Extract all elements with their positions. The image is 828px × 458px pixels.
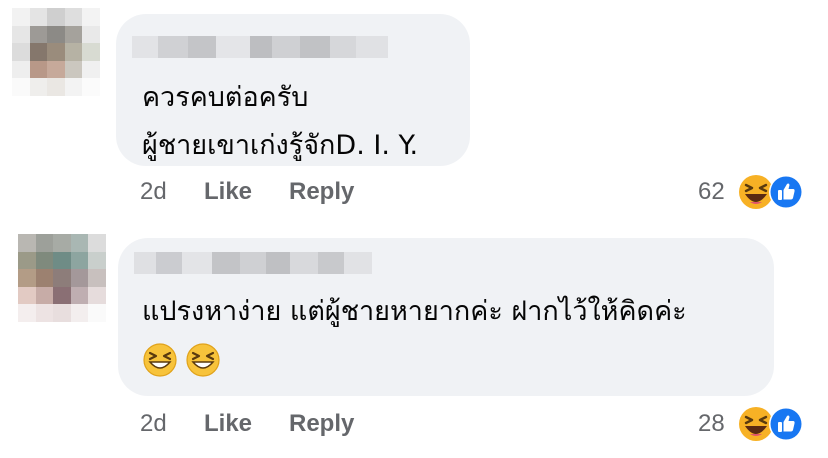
comment-bubble: ควรคบต่อครับ ผู้ชายเขาเก่งรู้จักD. I. Y. — [116, 14, 470, 166]
reply-button[interactable]: Reply — [289, 178, 354, 206]
reaction-count[interactable]: 28 — [698, 410, 725, 438]
reaction-icons[interactable] — [738, 172, 804, 212]
author-name[interactable] — [132, 36, 388, 58]
author-name[interactable] — [134, 252, 372, 274]
comment-line: แปรงหาง่าย แต่ผู้ชายหายากค่ะ ฝากไว้ให้คิ… — [142, 296, 687, 327]
like-button[interactable]: Like — [204, 178, 252, 206]
reply-button[interactable]: Reply — [289, 410, 354, 438]
like-thumb-icon — [769, 175, 803, 209]
avatar[interactable] — [18, 234, 106, 322]
timestamp[interactable]: 2d — [140, 410, 167, 438]
laugh-emoji-icon — [739, 407, 773, 441]
laugh-emoji-icon — [739, 175, 773, 209]
avatar[interactable] — [12, 8, 100, 96]
reaction-count[interactable]: 62 — [698, 178, 725, 206]
grinning-squinting-emoji-icon — [142, 342, 178, 382]
comment-line: ผู้ชายเขาเก่งรู้จักD. I. Y. — [142, 130, 419, 161]
grinning-squinting-emoji-icon — [185, 342, 221, 382]
comment-text: ควรคบต่อครับ ผู้ชายเขาเก่งรู้จักD. I. Y. — [142, 74, 418, 170]
inline-emoji-row — [142, 342, 223, 382]
reaction-icons[interactable] — [738, 404, 804, 444]
like-button[interactable]: Like — [204, 410, 252, 438]
comment-line: ควรคบต่อครับ — [142, 82, 309, 113]
comment-text: แปรงหาง่าย แต่ผู้ชายหายากค่ะ ฝากไว้ให้คิ… — [142, 288, 687, 336]
like-thumb-icon — [769, 407, 803, 441]
comment-bubble: แปรงหาง่าย แต่ผู้ชายหายากค่ะ ฝากไว้ให้คิ… — [118, 238, 774, 396]
timestamp[interactable]: 2d — [140, 178, 167, 206]
